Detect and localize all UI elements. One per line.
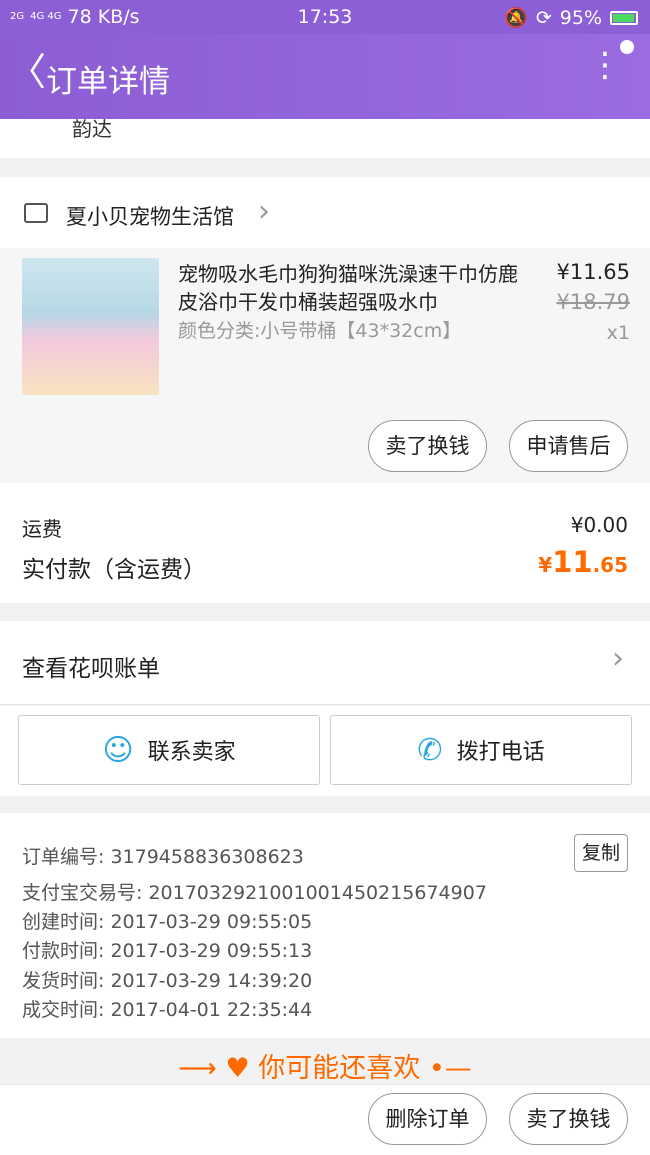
product-image[interactable] [22,258,159,395]
more-vertical-icon[interactable]: ⋮ [588,48,622,82]
notification-dot [620,40,634,54]
chevron-right-icon: › [612,641,624,676]
rotation-lock-icon: ⟳ [535,6,552,29]
battery-icon [610,10,638,25]
battery-percent: 95% [559,6,602,29]
aftersale-button[interactable]: 申请售后 [509,420,628,472]
sell-button[interactable]: 卖了换钱 [368,420,487,472]
created-time: 创建时间: 2017-03-29 09:55:05 [22,911,313,933]
copy-button[interactable]: 复制 [574,834,628,872]
shipped-time: 发货时间: 2017-03-29 14:39:20 [22,970,313,992]
paid-currency: ¥ [538,553,553,577]
carrier-name: 韵达 [72,117,112,141]
contact-seller-button[interactable]: ☺ 联系卖家 [18,715,320,785]
shipping-value: ¥0.00 [570,513,628,537]
product-sku: 颜色分类:小号带桶【43*32cm】 [178,320,462,342]
bell-off-icon: 🔕 [504,7,528,29]
product-original-price: ¥18.79 [556,290,630,314]
completed-time: 成交时间: 2017-04-01 22:35:44 [22,999,313,1021]
paid-time: 付款时间: 2017-03-29 09:55:13 [22,940,313,962]
arrow-left-decoration: ⟶ [178,1053,226,1084]
chat-bubble-icon: ☺ [102,732,134,768]
header-bar: 〈 订单详情 ⋮ [0,34,650,119]
bottom-action-bar: 删除订单 卖了换钱 [0,1084,650,1155]
shipping-label: 运费 [22,517,62,541]
alipay-trade-number: 支付宝交易号: 2017032921001001450215674907 [22,882,487,904]
recommend-heading: ⟶ ♥ 你可能还喜欢 •— [0,1040,650,1085]
store-icon [24,203,48,223]
sell-button-bottom[interactable]: 卖了换钱 [509,1093,628,1145]
paid-label: 实付款（含运费） [22,557,206,583]
call-label: 拨打电话 [456,740,545,765]
recommend-label: 你可能还喜欢 [258,1053,421,1084]
payment-summary: 运费 ¥0.00 实付款（含运费） ¥11.65 [0,483,650,603]
product-name: 宠物吸水毛巾狗狗猫咪洗澡速干巾仿鹿皮浴巾干发巾桶装超强吸水巾 [178,262,518,314]
paid-decimal: .65 [592,553,628,577]
huabei-label: 查看花呗账单 [22,656,160,682]
order-number: 订单编号: 3179458836308623 [22,846,304,868]
product-row[interactable]: 宠物吸水毛巾狗狗猫咪洗澡速干巾仿鹿皮浴巾干发巾桶装超强吸水巾 颜色分类:小号带桶… [0,248,650,483]
call-button[interactable]: ✆ 拨打电话 [330,715,632,785]
contact-section: ☺ 联系卖家 ✆ 拨打电话 [0,706,650,796]
chevron-left-icon[interactable]: 〈 [8,52,46,92]
page-title: 订单详情 [46,64,170,100]
product-price: ¥11.65 [556,260,630,284]
phone-icon: ✆ [417,732,443,768]
status-bar: 2G 4G 4G 78 KB/s 17:53 🔕 ⟳ 95% [0,0,650,34]
huabei-row[interactable]: 查看花呗账单 › [0,621,650,705]
chevron-right-icon: › [258,194,270,229]
heart-icon: ♥ [225,1053,250,1084]
paid-amount: ¥11.65 [538,545,628,579]
arrow-right-decoration: •— [428,1053,472,1084]
delivery-card: 韵达 [0,117,650,158]
paid-integer: 11 [552,545,593,579]
product-quantity: x1 [606,322,630,344]
delete-order-button[interactable]: 删除订单 [368,1093,487,1145]
store-row[interactable]: 夏小贝宠物生活馆 › [0,177,650,248]
store-name: 夏小贝宠物生活馆 [66,205,234,229]
contact-seller-label: 联系卖家 [147,740,236,765]
